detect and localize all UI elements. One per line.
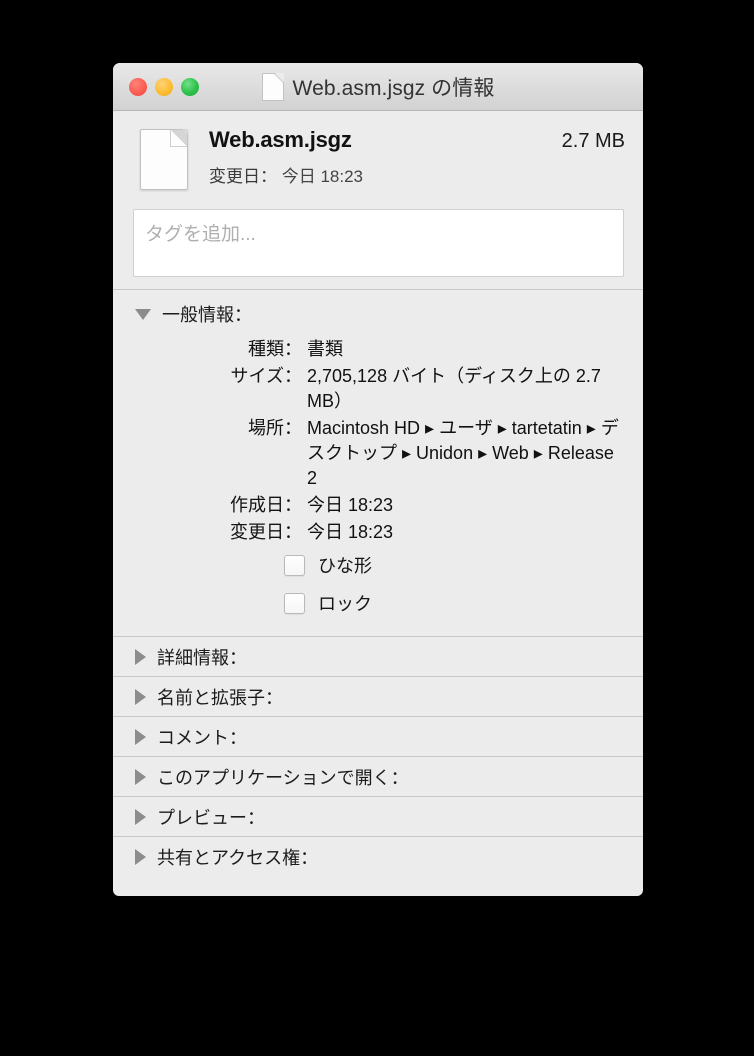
section-more-info-title: 詳細情報： — [157, 644, 247, 670]
section-preview[interactable]: プレビュー： — [113, 796, 643, 836]
section-open-with-title: このアプリケーションで開く： — [157, 764, 409, 790]
chevron-right-icon[interactable] — [135, 729, 146, 745]
info-row-modified: 変更日： 今日 18:23 — [113, 519, 643, 546]
document-icon — [262, 73, 284, 101]
chevron-right-icon[interactable] — [135, 849, 146, 865]
section-general: 一般情報： 種類： 書類 サイズ： 2,705,128 バイト（ディスク上の 2… — [113, 290, 643, 636]
window-titlebar: Web.asm.jsgz の情報 — [113, 63, 643, 111]
info-label-modified: 変更日： — [113, 520, 307, 545]
header-modified-label: 変更日： — [209, 167, 277, 186]
chevron-down-icon[interactable] — [135, 309, 151, 320]
file-name: Web.asm.jsgz — [209, 127, 352, 153]
checkbox-row-stationery[interactable]: ひな形 — [113, 546, 643, 584]
info-label-location: 場所： — [113, 416, 307, 491]
chevron-right-icon[interactable] — [135, 689, 146, 705]
info-value-location: Macintosh HD ▸ ユーザ ▸ tartetatin ▸ デスクトップ… — [307, 416, 643, 491]
file-header: Web.asm.jsgz 2.7 MB 変更日： 今日 18:23 — [113, 111, 643, 205]
info-label-size: サイズ： — [113, 364, 307, 414]
section-sharing-permissions-title: 共有とアクセス権： — [157, 844, 318, 870]
get-info-window: Web.asm.jsgz の情報 Web.asm.jsgz 2.7 MB 変更日… — [113, 63, 643, 896]
file-document-icon[interactable] — [140, 129, 188, 190]
stationery-label: ひな形 — [318, 552, 372, 578]
chevron-right-icon[interactable] — [135, 809, 146, 825]
info-value-kind: 書類 — [307, 337, 643, 362]
chevron-right-icon[interactable] — [135, 769, 146, 785]
section-open-with[interactable]: このアプリケーションで開く： — [113, 756, 643, 796]
info-value-created: 今日 18:23 — [307, 493, 643, 518]
info-row-size: サイズ： 2,705,128 バイト（ディスク上の 2.7 MB） — [113, 363, 643, 415]
file-size: 2.7 MB — [548, 130, 625, 153]
section-preview-title: プレビュー： — [157, 804, 265, 830]
info-value-modified: 今日 18:23 — [307, 520, 643, 545]
header-modified-row: 変更日： 今日 18:23 — [209, 162, 625, 187]
checkbox-row-locked[interactable]: ロック — [113, 584, 643, 622]
locked-label: ロック — [318, 590, 372, 616]
info-label-kind: 種類： — [113, 337, 307, 362]
file-name-row: Web.asm.jsgz 2.7 MB — [209, 127, 625, 153]
header-modified-value: 今日 18:23 — [282, 167, 363, 186]
file-icon-wrap[interactable] — [140, 125, 188, 195]
info-row-created: 作成日： 今日 18:23 — [113, 492, 643, 519]
tag-area: タグを追加... — [113, 205, 643, 289]
window-title: Web.asm.jsgz の情報 — [293, 72, 495, 102]
file-header-fields: Web.asm.jsgz 2.7 MB 変更日： 今日 18:23 — [188, 125, 625, 187]
section-more-info[interactable]: 詳細情報： — [113, 636, 643, 676]
section-general-title: 一般情報： — [162, 301, 252, 327]
close-button[interactable] — [129, 78, 147, 96]
info-label-created: 作成日： — [113, 493, 307, 518]
info-row-location: 場所： Macintosh HD ▸ ユーザ ▸ tartetatin ▸ デス… — [113, 415, 643, 492]
stationery-checkbox[interactable] — [284, 555, 305, 576]
info-value-size: 2,705,128 バイト（ディスク上の 2.7 MB） — [307, 364, 643, 414]
minimize-button[interactable] — [155, 78, 173, 96]
section-name-extension[interactable]: 名前と拡張子： — [113, 676, 643, 716]
zoom-button[interactable] — [181, 78, 199, 96]
traffic-light-group — [113, 78, 199, 96]
tag-input[interactable]: タグを追加... — [133, 209, 624, 277]
section-comments-title: コメント： — [157, 724, 247, 750]
section-general-header[interactable]: 一般情報： — [113, 290, 643, 336]
section-sharing-permissions[interactable]: 共有とアクセス権： — [113, 836, 643, 876]
info-row-kind: 種類： 書類 — [113, 336, 643, 363]
section-name-extension-title: 名前と拡張子： — [157, 684, 283, 710]
chevron-right-icon[interactable] — [135, 649, 146, 665]
section-comments[interactable]: コメント： — [113, 716, 643, 756]
locked-checkbox[interactable] — [284, 593, 305, 614]
